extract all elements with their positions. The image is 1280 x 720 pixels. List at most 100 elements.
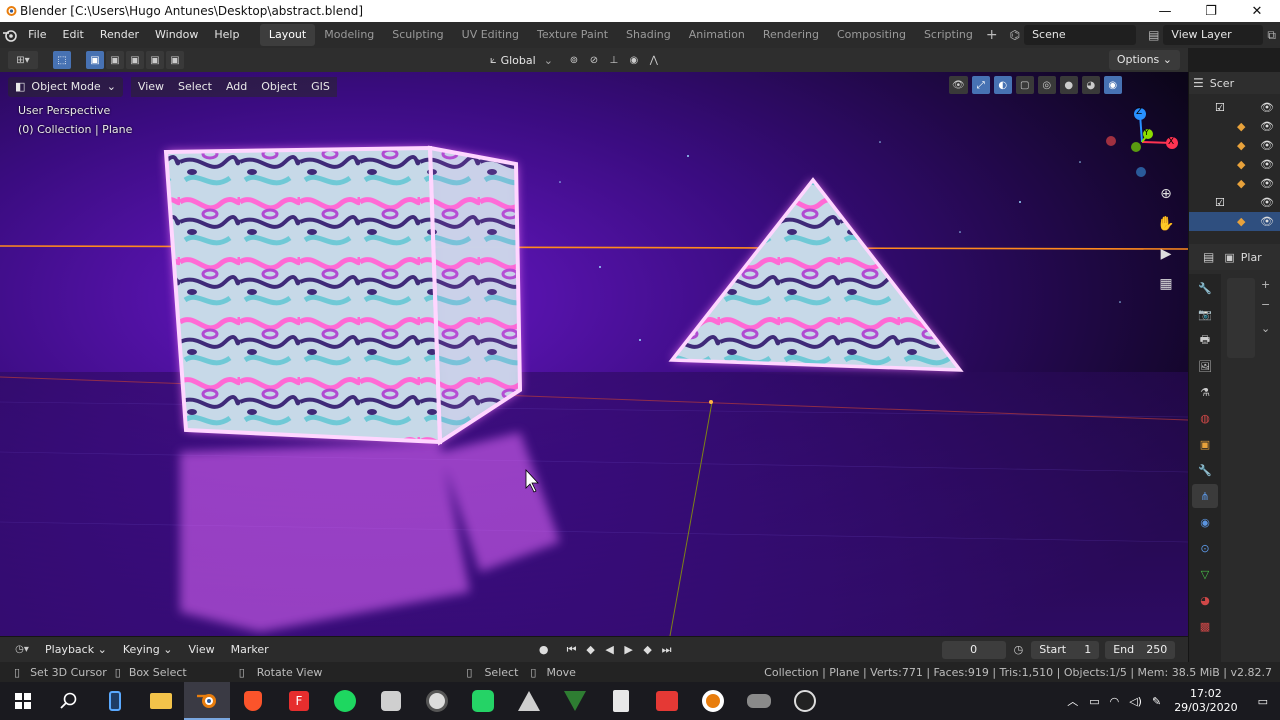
next-keyframe-icon[interactable]: ◆ [639,641,657,659]
checkbox-icon[interactable]: ☑ [1215,101,1225,114]
tab-texture-paint[interactable]: Texture Paint [528,24,617,46]
end-frame-field[interactable]: End 250 [1105,640,1176,659]
orientation-value[interactable]: Global [501,54,536,67]
timeline-editor-icon[interactable]: ◷▾ [8,641,36,659]
blender-alt-icon[interactable] [690,682,736,720]
tab-scripting[interactable]: Scripting [915,24,982,46]
outliner-icon[interactable]: ☰ [1193,76,1210,90]
rendered-shading-icon[interactable]: ◉ [1103,76,1122,94]
eye-icon[interactable]: 👁 [1260,101,1274,114]
tool-tab-icon[interactable]: 🔧 [1192,276,1218,300]
blender-taskbar-icon[interactable] [184,682,230,720]
pen-icon[interactable]: ✎ [1147,695,1166,708]
select-intersect-icon[interactable]: ▣ [166,51,184,69]
gizmo-toggle-icon[interactable]: ⤢ [971,76,990,94]
maximize-button[interactable]: ❐ [1188,0,1234,22]
eye-icon[interactable]: 👁 [1260,177,1274,190]
properties-editor-icon[interactable]: ▤ [1203,250,1224,264]
remove-slot-icon[interactable]: − [1261,298,1270,311]
proportional-icon[interactable]: ◉ [625,51,643,69]
obs-icon[interactable] [782,682,828,720]
outliner-row-selected[interactable]: ◆ 👁 [1189,212,1280,231]
minimize-button[interactable]: — [1142,0,1188,22]
constraints-tab-icon[interactable]: ⊙ [1192,536,1218,560]
physics-tab-icon[interactable]: ◉ [1192,510,1218,534]
options-dropdown[interactable]: Options ⌄ [1108,50,1180,70]
vpn-app-icon[interactable] [552,682,598,720]
whatsapp-icon[interactable] [460,682,506,720]
scene-tab-icon[interactable]: ⚗ [1192,380,1218,404]
timeline-menu-playback[interactable]: Playback ⌄ [37,639,115,661]
render-tab-icon[interactable]: 📷 [1192,302,1218,326]
eye-icon[interactable]: 👁 [1260,139,1274,152]
wireframe-shading-icon[interactable]: ◎ [1037,76,1056,94]
pan-hand-icon[interactable]: ✋ [1154,212,1178,236]
menu-help[interactable]: Help [206,24,247,46]
outliner-row[interactable]: ☑ 👁 [1189,193,1280,212]
play-icon[interactable]: ▶ [620,641,638,659]
viewport-menu-gis[interactable]: GIS [304,77,337,97]
menu-window[interactable]: Window [147,24,206,46]
grid-perspective-icon[interactable]: ▦ [1154,272,1178,296]
material-shading-icon[interactable]: ◕ [1081,76,1100,94]
material-tab-icon[interactable]: ◕ [1192,588,1218,612]
orientation-dropdown[interactable]: ⟀ Global ⌄ [490,53,553,67]
view-layer-tab-icon[interactable]: 🖼 [1192,354,1218,378]
view-layer-field[interactable]: View Layer [1163,25,1264,45]
select-invert-icon[interactable]: ▣ [146,51,164,69]
checkbox-icon[interactable]: ☑ [1215,196,1225,209]
tab-layout[interactable]: Layout [259,24,316,46]
tab-shading[interactable]: Shading [617,24,680,46]
view-layer-selector[interactable]: ▤ View Layer [1144,25,1264,45]
eye-icon[interactable]: 👁 [1260,158,1274,171]
tab-animation[interactable]: Animation [680,24,754,46]
outliner-row[interactable]: ☑ 👁 [1189,98,1280,117]
clock-icon[interactable]: ◷ [1006,643,1032,656]
current-frame-field[interactable]: 0 [941,640,1006,659]
select-tool-icon[interactable]: ⬚ [53,51,71,69]
clock-display[interactable]: 17:02 29/03/2020 [1166,687,1245,715]
select-new-icon[interactable]: ▣ [86,51,104,69]
play-reverse-icon[interactable]: ◀ [601,641,619,659]
outliner-row[interactable]: ◆ 👁 [1189,174,1280,193]
windows-start-icon[interactable] [0,682,46,720]
xray-toggle-icon[interactable]: ▢ [1015,76,1034,94]
prev-keyframe-icon[interactable]: ◆ [582,641,600,659]
scene-name-field[interactable]: Scene [1024,25,1137,45]
modifier-tab-icon[interactable]: 🔧 [1192,458,1218,482]
clock-app-icon[interactable] [414,682,460,720]
tab-modeling[interactable]: Modeling [315,24,383,46]
tab-rendering[interactable]: Rendering [754,24,828,46]
scene-selector[interactable]: ⌬ Scene [1006,25,1137,45]
texture-tab-icon[interactable]: ▩ [1192,614,1218,638]
calculator-icon[interactable] [598,682,644,720]
menu-file[interactable]: File [20,24,54,46]
object-tab-icon[interactable]: ▣ [1192,432,1218,456]
viewport-menu-view[interactable]: View [130,77,172,97]
video-downloader-icon[interactable] [644,682,690,720]
select-subtract-icon[interactable]: ▣ [126,51,144,69]
particles-tab-icon[interactable]: ⋔ [1192,484,1218,508]
viewport-scene[interactable] [0,72,1188,636]
object-mode-dropdown[interactable]: ◧ Object Mode ⌄ [8,77,123,97]
foxit-reader-icon[interactable]: F [276,682,322,720]
select-extend-icon[interactable]: ▣ [106,51,124,69]
eye-icon[interactable]: 👁 [1260,196,1274,209]
copy-icon[interactable]: ⧉ [1263,28,1280,43]
wifi-icon[interactable]: ◠ [1105,695,1125,708]
output-tab-icon[interactable]: 🖶 [1192,328,1218,352]
search-icon[interactable] [46,682,92,720]
start-frame-field[interactable]: Start 1 [1031,640,1100,659]
add-slot-icon[interactable]: + [1261,278,1270,291]
snap-icon[interactable]: ⊘ [585,51,603,69]
camera-icon[interactable]: ▶ [1154,242,1178,266]
volume-icon[interactable]: ◁) [1124,695,1147,708]
notifications-icon[interactable]: ▭ [1246,695,1280,708]
close-button[interactable]: ✕ [1234,0,1280,22]
tab-sculpting[interactable]: Sculpting [383,24,452,46]
eye-icon[interactable]: 👁 [1260,120,1274,133]
tab-compositing[interactable]: Compositing [828,24,915,46]
battery-icon[interactable]: ▭ [1084,695,1104,708]
inkscape-icon[interactable] [506,682,552,720]
chevron-down-icon[interactable]: ⌄ [1261,322,1270,335]
